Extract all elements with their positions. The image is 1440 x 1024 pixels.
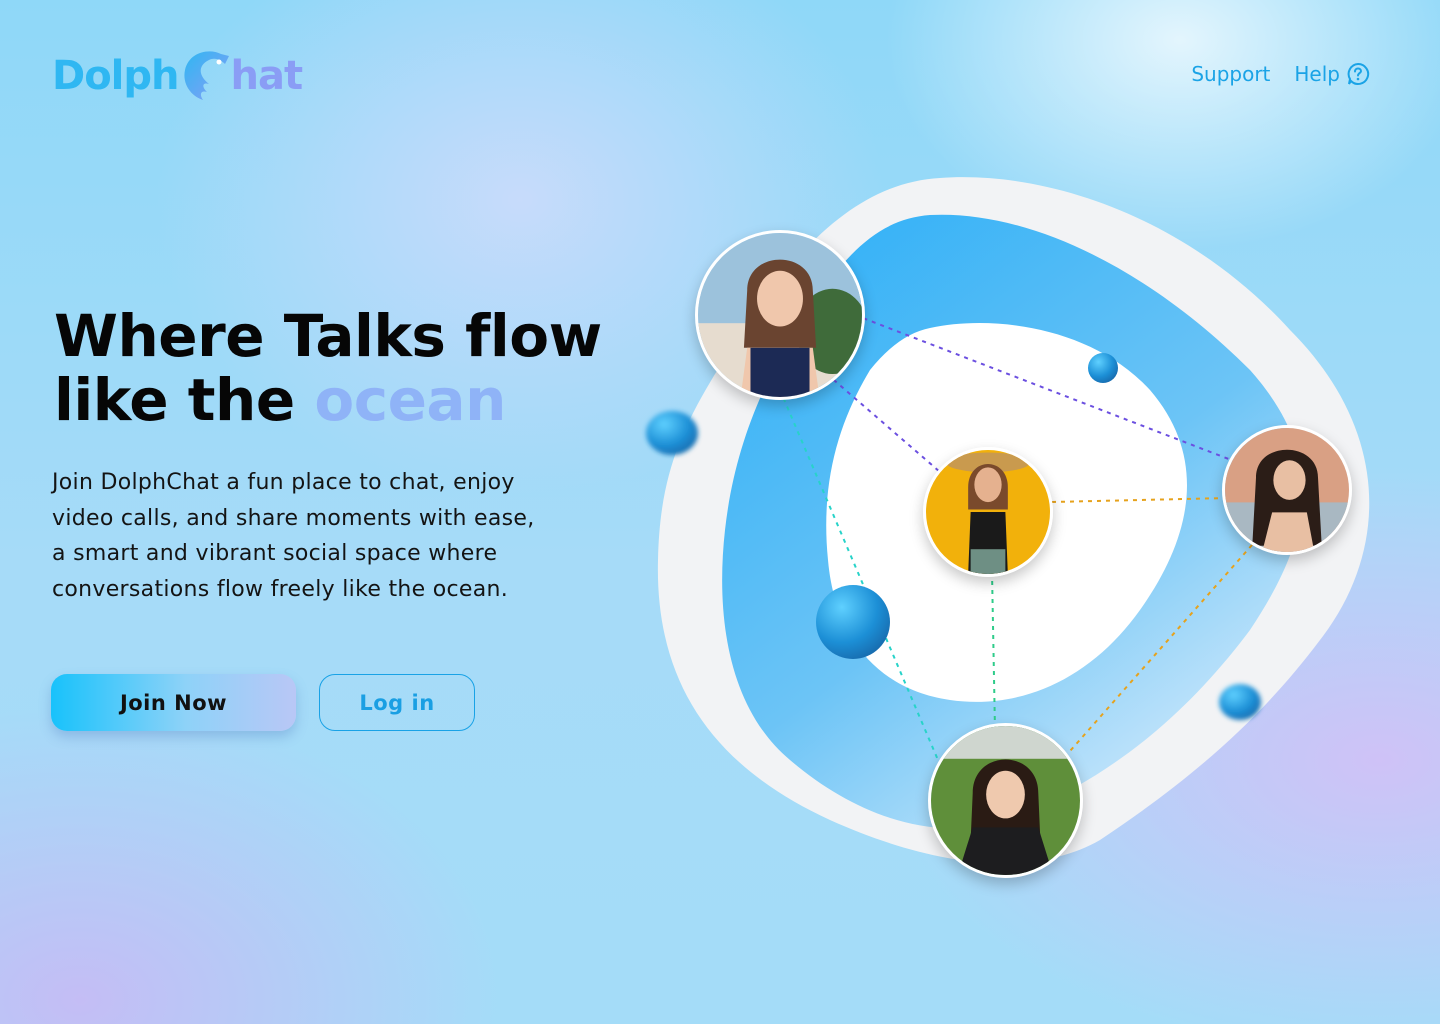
avatar-right[interactable]	[1222, 425, 1352, 555]
person-photo-icon	[926, 450, 1050, 574]
sphere-left	[646, 411, 698, 455]
hero-title: Where Talks flow like the ocean	[54, 304, 654, 432]
hero-title-line2: like the	[54, 366, 315, 434]
brand-name-part2: hat	[230, 53, 304, 99]
dolphin-c-icon	[183, 51, 229, 100]
person-photo-icon	[1225, 428, 1349, 552]
top-nav: Support Help	[1191, 62, 1370, 86]
help-link[interactable]: Help	[1294, 62, 1370, 86]
question-circle-icon	[1347, 62, 1370, 85]
person-photo-icon	[931, 726, 1080, 875]
hero-title-accent: ocean	[314, 366, 506, 434]
support-link[interactable]: Support	[1191, 62, 1270, 86]
avatar-center[interactable]	[923, 447, 1053, 577]
support-label: Support	[1191, 62, 1271, 86]
avatar-bottom[interactable]	[928, 723, 1083, 878]
brand-name-part1: Dolph	[52, 53, 180, 99]
hero-title-line1: Where Talks flow	[54, 302, 602, 370]
person-photo-icon	[698, 233, 862, 397]
sphere-small-top	[1088, 353, 1118, 383]
avatar-top-left[interactable]	[695, 230, 865, 400]
join-now-button[interactable]: Join Now	[51, 674, 296, 731]
network-illustration	[630, 160, 1410, 900]
help-label: Help	[1294, 62, 1340, 86]
brand-logo[interactable]: Dolph hat	[52, 44, 304, 108]
sphere-mid-left	[816, 585, 890, 659]
hero-description: Join DolphChat a fun place to chat, enjo…	[52, 470, 535, 602]
log-in-button[interactable]: Log in	[319, 674, 475, 731]
sphere-right	[1219, 684, 1261, 720]
